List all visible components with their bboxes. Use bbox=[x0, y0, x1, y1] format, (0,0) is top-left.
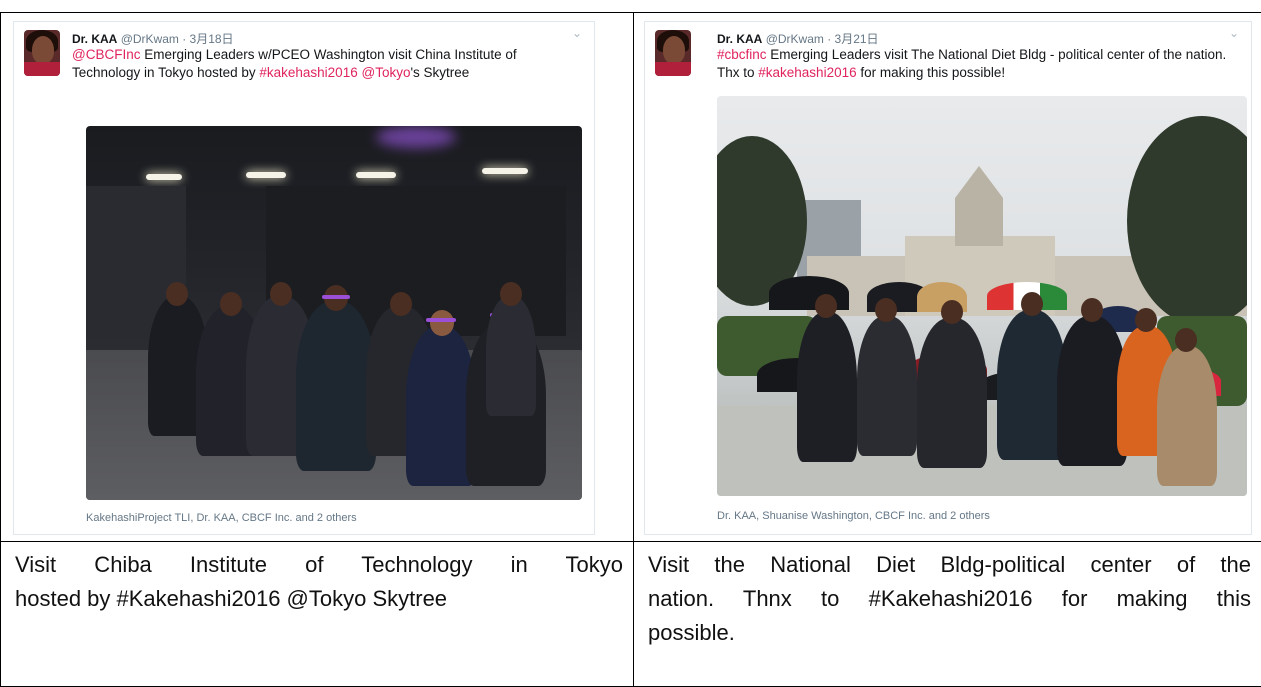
tagged-people[interactable]: Dr. KAA, Shuanise Washington, CBCF Inc. … bbox=[717, 510, 990, 522]
chevron-down-icon[interactable]: ⌄ bbox=[1229, 26, 1239, 40]
caption-right-line1: Visit the National Diet Bldg-political c… bbox=[648, 548, 1251, 582]
mention-link[interactable]: @Tokyo bbox=[361, 65, 410, 80]
caption-left-line2: hosted by #Kakehashi2016 @Tokyo Skytree bbox=[15, 582, 623, 616]
tweet-text: @CBCFInc Emerging Leaders w/PCEO Washing… bbox=[72, 46, 572, 82]
author-handle-date[interactable]: @DrKwam · 3月21日 bbox=[766, 32, 879, 46]
hashtag-link[interactable]: #kakehashi2016 bbox=[758, 65, 856, 80]
author-handle-date[interactable]: @DrKwam · 3月18日 bbox=[121, 32, 234, 46]
tweet-cell-left: Dr. KAA @DrKwam · 3月18日 ⌄ @CBCFInc Emerg… bbox=[1, 13, 634, 542]
author-name[interactable]: Dr. KAA bbox=[717, 32, 762, 46]
caption-cell-left: Visit Chiba Institute of Technology in T… bbox=[1, 542, 634, 687]
chevron-down-icon[interactable]: ⌄ bbox=[572, 26, 582, 40]
tweet-photo[interactable] bbox=[86, 126, 582, 500]
author-name[interactable]: Dr. KAA bbox=[72, 32, 117, 46]
avatar[interactable] bbox=[24, 30, 60, 76]
tweet-cell-right: Dr. KAA @DrKwam · 3月21日 ⌄ #cbcfinc Emerg… bbox=[634, 13, 1261, 542]
tweet-photo[interactable] bbox=[717, 96, 1247, 496]
page-heading-clipped bbox=[0, 0, 1261, 10]
tagged-people[interactable]: KakehashiProject TLI, Dr. KAA, CBCF Inc.… bbox=[86, 512, 357, 524]
avatar[interactable] bbox=[655, 30, 691, 76]
hashtag-link[interactable]: #kakehashi2016 bbox=[259, 65, 357, 80]
tweet-header: Dr. KAA @DrKwam · 3月18日 bbox=[72, 30, 234, 47]
caption-right-line3: possible. bbox=[648, 616, 1251, 650]
tweet-header: Dr. KAA @DrKwam · 3月21日 bbox=[717, 30, 879, 47]
document-table: Dr. KAA @DrKwam · 3月18日 ⌄ @CBCFInc Emerg… bbox=[0, 12, 1261, 687]
caption-cell-right: Visit the National Diet Bldg-political c… bbox=[634, 542, 1261, 687]
caption-left-line1: Visit Chiba Institute of Technology in T… bbox=[15, 548, 623, 582]
hashtag-link[interactable]: #cbcfinc bbox=[717, 47, 767, 62]
mention-link[interactable]: @CBCFInc bbox=[72, 47, 140, 62]
tweet-card[interactable]: Dr. KAA @DrKwam · 3月21日 ⌄ #cbcfinc Emerg… bbox=[644, 21, 1252, 535]
tweet-text: #cbcfinc Emerging Leaders visit The Nati… bbox=[717, 46, 1247, 82]
tweet-card[interactable]: Dr. KAA @DrKwam · 3月18日 ⌄ @CBCFInc Emerg… bbox=[13, 21, 595, 535]
caption-right-line2: nation. Thnx to #Kakehashi2016 for makin… bbox=[648, 582, 1251, 616]
